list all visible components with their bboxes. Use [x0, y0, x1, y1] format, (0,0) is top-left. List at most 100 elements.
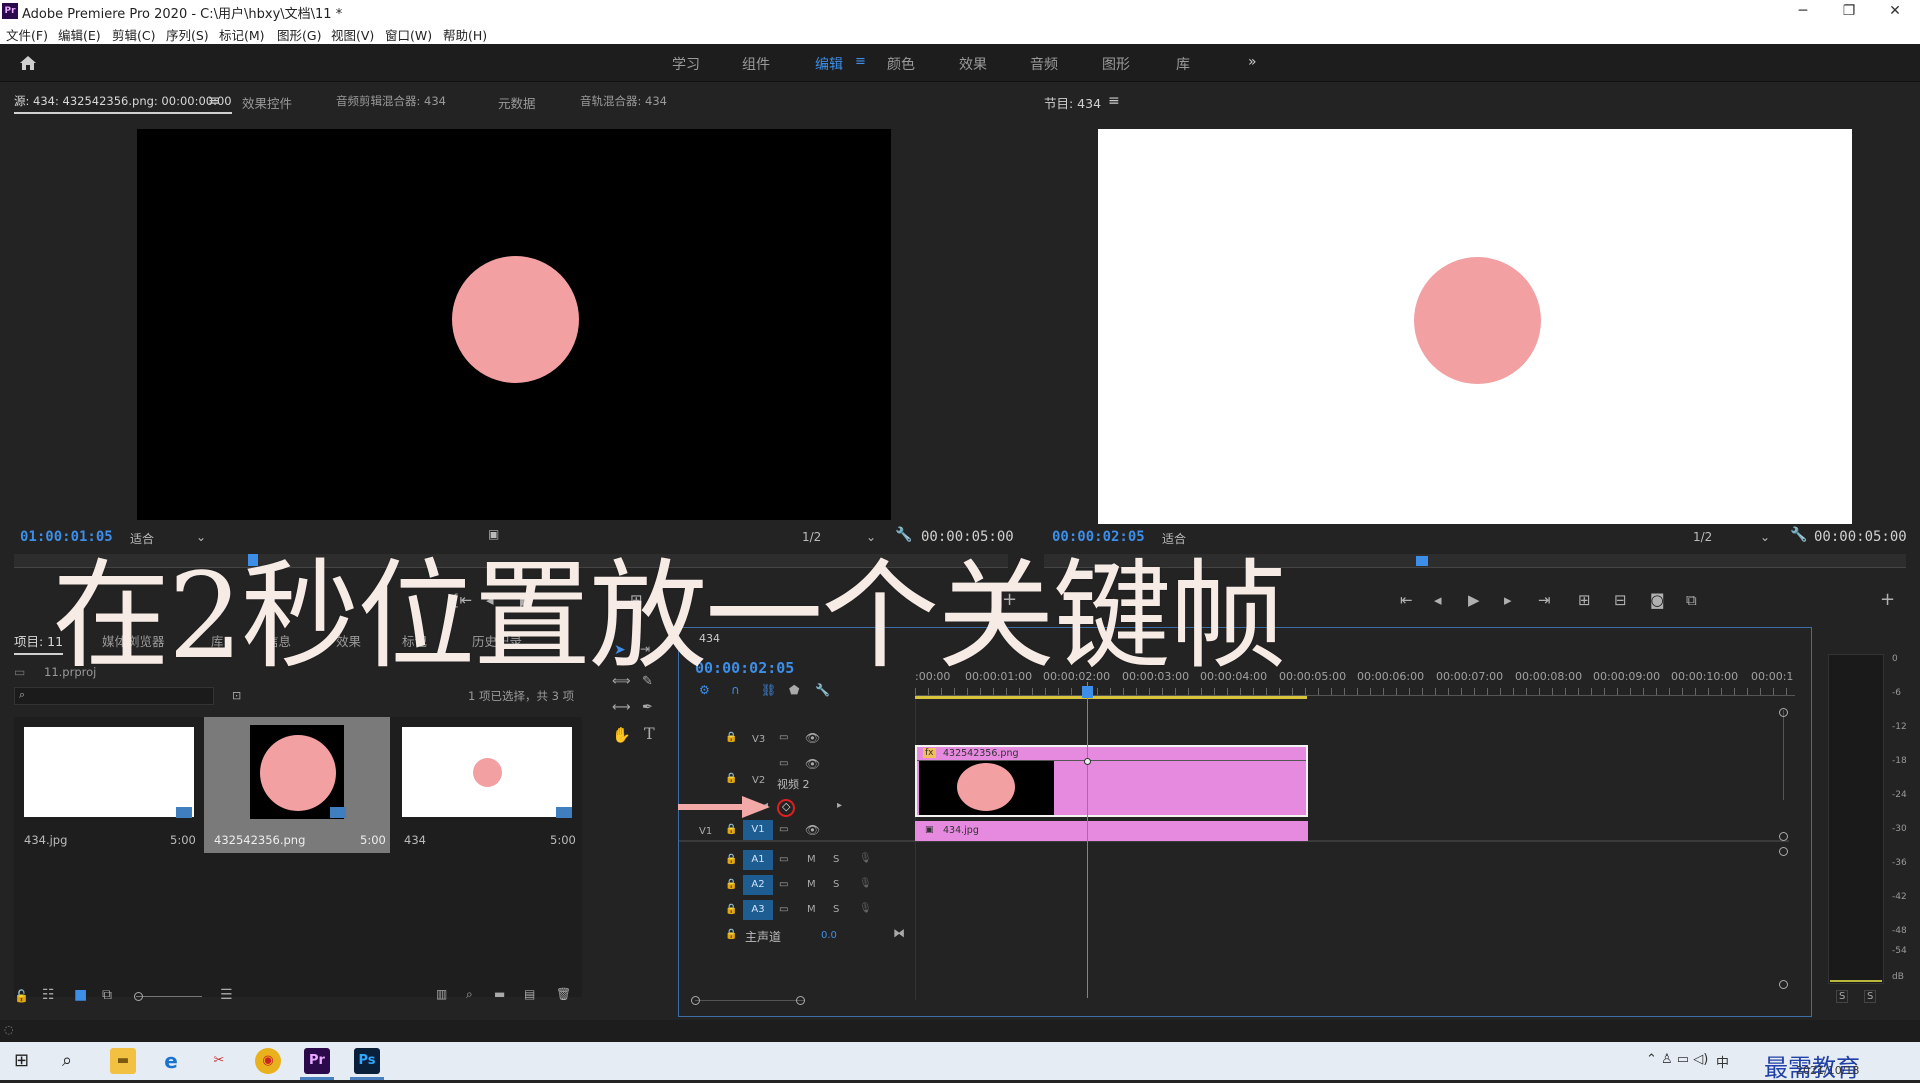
mute-a2[interactable]: M [807, 879, 816, 890]
sync-lock-icon[interactable]: ▭ [779, 879, 788, 890]
workspace-editing[interactable]: 编辑 [815, 54, 843, 74]
sort-icon[interactable]: ☰ [220, 987, 233, 1003]
add-keyframe-button-icon[interactable]: ◇ [782, 800, 790, 813]
sync-lock-icon[interactable]: ▭ [779, 732, 788, 743]
program-resolution-dropdown[interactable]: 1/2 [1693, 530, 1712, 544]
tab-audio-clip-mixer[interactable]: 音频剪辑混合器: 434 [336, 93, 446, 109]
type-tool-icon[interactable]: T [644, 724, 655, 743]
h-scroll-handle[interactable] [691, 996, 700, 1005]
workspace-audio[interactable]: 音频 [1030, 54, 1058, 74]
sync-lock-icon[interactable]: ▭ [779, 824, 788, 835]
hand-tool-icon[interactable]: ✋ [612, 726, 631, 744]
program-playhead[interactable] [1416, 556, 1428, 566]
tab-source[interactable]: 源: 434: 432542356.png: 00:00:00:00 [14, 93, 232, 114]
tab-effect-controls[interactable]: 效果控件 [242, 93, 292, 112]
new-bin-icon[interactable]: ▬ [494, 987, 505, 1001]
v-scroll-handle[interactable] [1779, 980, 1788, 989]
mic-icon[interactable]: 🎙 [859, 853, 872, 864]
zoom-slider-handle[interactable] [134, 992, 143, 1001]
v-scroll-handle[interactable] [1779, 847, 1788, 856]
sync-lock-icon[interactable]: ▭ [779, 758, 788, 769]
menu-sequence[interactable]: 序列(S) [166, 25, 209, 44]
v-scroll-handle[interactable] [1779, 708, 1788, 717]
pen-tool-icon[interactable]: ✒ [642, 700, 653, 715]
more-workspaces-icon[interactable]: » [1248, 54, 1257, 70]
list-view-icon[interactable]: ☷ [42, 987, 55, 1003]
menu-file[interactable]: 文件(F) [6, 25, 48, 44]
workspace-libraries[interactable]: 库 [1176, 54, 1190, 74]
step-forward-icon[interactable]: ▸ [1504, 591, 1512, 609]
lock-icon[interactable]: 🔒 [725, 904, 737, 915]
solo-a1[interactable]: S [833, 854, 839, 865]
menu-marker[interactable]: 标记(M) [219, 25, 265, 44]
menu-view[interactable]: 视图(V) [331, 25, 374, 44]
clip-432542356[interactable]: fx 432542356.png [915, 745, 1308, 817]
workspace-learn[interactable]: 学习 [672, 54, 700, 74]
solo-a3[interactable]: S [833, 904, 839, 915]
camera-icon[interactable]: ◙ [1650, 591, 1665, 609]
tab-program[interactable]: 节目: 434 [1044, 93, 1101, 112]
work-area-bar[interactable] [915, 696, 1307, 699]
minimize-button[interactable]: ─ [1780, 0, 1826, 22]
mic-icon[interactable]: 🎙 [859, 903, 872, 914]
close-button[interactable]: ✕ [1872, 0, 1918, 22]
extract-icon[interactable]: ⊟ [1614, 591, 1627, 609]
freeform-view-icon[interactable]: ⧉ [102, 987, 112, 1003]
file-explorer-icon[interactable]: ▬ [110, 1048, 136, 1074]
track-target-a1[interactable]: A1 [743, 850, 773, 870]
go-to-end-icon[interactable]: ⧓ [893, 926, 905, 940]
clip-434-jpg[interactable]: ▣ 434.jpg [915, 821, 1308, 841]
trash-icon[interactable]: 🗑 [556, 987, 571, 1001]
mic-icon[interactable]: 🎙 [859, 878, 872, 889]
panel-menu-icon[interactable]: ≡ [208, 93, 220, 109]
master-volume-value[interactable]: 0.0 [821, 930, 837, 941]
tab-audio-track-mixer[interactable]: 音轨混合器: 434 [580, 93, 667, 109]
mark-out-icon[interactable]: ⇤ [1400, 591, 1413, 609]
edge-icon[interactable]: e [158, 1048, 184, 1074]
project-item[interactable]: 434 5:00 [394, 717, 580, 853]
project-item-selected[interactable]: 432542356.png 5:00 [204, 717, 390, 853]
workspace-color[interactable]: 颜色 [887, 54, 915, 74]
icon-view-icon[interactable]: ■ [74, 987, 87, 1003]
menu-window[interactable]: 窗口(W) [385, 25, 432, 44]
add-button-icon[interactable]: + [1880, 589, 1895, 610]
lock-icon[interactable]: 🔒 [725, 929, 737, 940]
windows-start-icon[interactable]: ⊞ [14, 1050, 29, 1071]
chevron-down-icon[interactable]: ⌄ [1760, 530, 1770, 544]
photoshop-taskbar-icon[interactable]: Ps [354, 1048, 380, 1074]
sync-lock-icon[interactable]: ▭ [779, 854, 788, 865]
track-target-a3[interactable]: A3 [743, 900, 773, 920]
sync-lock-icon[interactable]: ▭ [779, 904, 788, 915]
search-icon[interactable]: ⌕ [62, 1050, 72, 1071]
source-patch-v1[interactable]: V1 [699, 826, 712, 837]
track-target-a2[interactable]: A2 [743, 875, 773, 895]
solo-left-button[interactable]: S [1836, 990, 1849, 1003]
tab-metadata[interactable]: 元数据 [498, 93, 536, 112]
solo-a2[interactable]: S [833, 879, 839, 890]
eye-icon[interactable]: 👁 [805, 757, 820, 771]
h-scroll-handle[interactable] [796, 996, 805, 1005]
lock-icon[interactable]: 🔒 [725, 854, 737, 865]
lock-icon[interactable]: 🔒 [725, 879, 737, 890]
mute-a1[interactable]: M [807, 854, 816, 865]
play-icon[interactable]: ▶ [1468, 591, 1480, 609]
next-keyframe-icon[interactable]: ▸ [837, 800, 842, 811]
workspace-menu-icon[interactable]: ≡ [855, 54, 866, 69]
lift-icon[interactable]: ⊞ [1578, 591, 1591, 609]
step-back-icon[interactable]: ◂ [1434, 591, 1442, 609]
premiere-taskbar-icon[interactable]: Pr [304, 1048, 330, 1074]
maximize-button[interactable]: ❐ [1826, 0, 1872, 22]
v-scroll-handle[interactable] [1779, 832, 1788, 841]
project-item[interactable]: 434.jpg 5:00 [14, 717, 200, 853]
chrome-icon[interactable]: ◉ [255, 1048, 281, 1074]
menu-edit[interactable]: 编辑(E) [58, 25, 101, 44]
panel-menu-icon[interactable]: ≡ [1108, 93, 1120, 109]
lock-icon[interactable]: 🔒 [725, 824, 737, 835]
automate-to-sequence-icon[interactable]: ▥ [436, 987, 447, 1001]
menu-help[interactable]: 帮助(H) [443, 25, 487, 44]
find-icon[interactable]: ⌕ [466, 987, 473, 1002]
solo-right-button[interactable]: S [1864, 990, 1877, 1003]
new-item-icon[interactable]: ▤ [524, 987, 535, 1001]
lock-icon[interactable]: 🔓 [14, 989, 29, 1003]
compare-icon[interactable]: ⧉ [1686, 591, 1697, 609]
